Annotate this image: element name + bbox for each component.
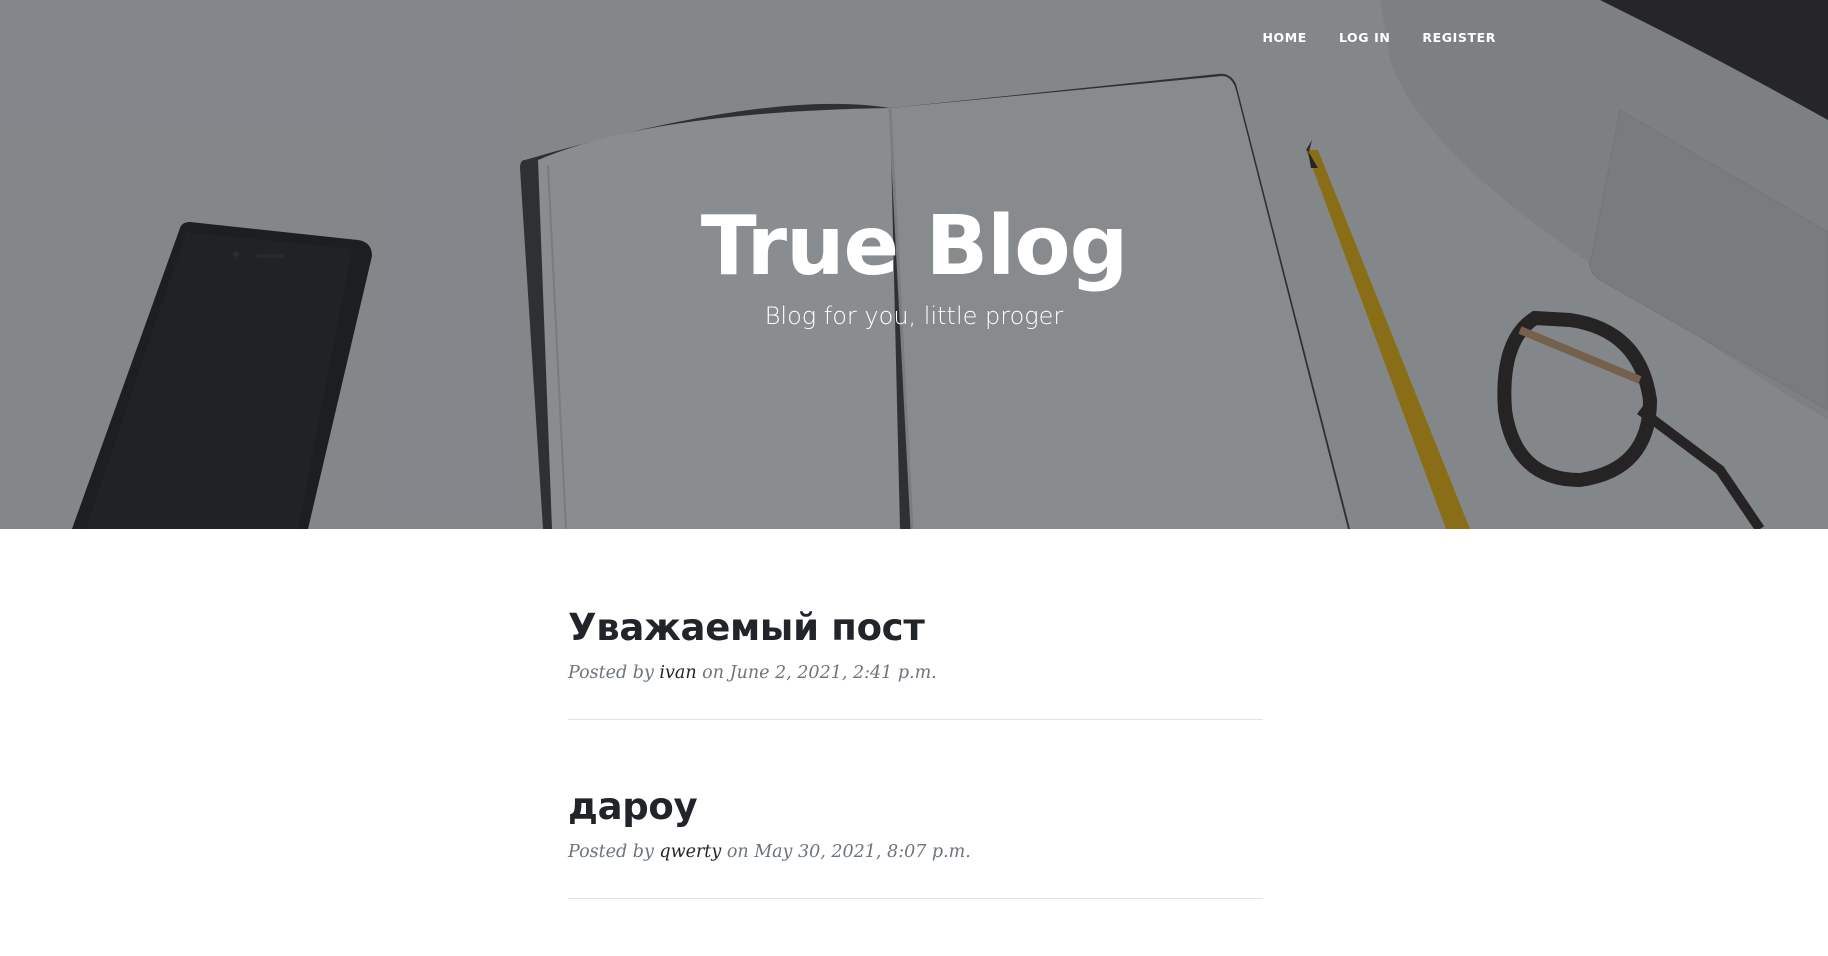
site-subtitle: Blog for you, little proger <box>764 302 1064 330</box>
post-preview: дароу Posted by qwerty on May 30, 2021, … <box>568 785 1263 899</box>
main-nav: HOME LOG IN REGISTER <box>1246 31 1512 45</box>
post-author-link[interactable]: qwerty <box>659 842 721 862</box>
nav-login-link[interactable]: LOG IN <box>1323 31 1406 45</box>
post-divider <box>568 898 1263 899</box>
post-title-link[interactable]: дароу <box>568 785 1263 829</box>
nav-home-link[interactable]: HOME <box>1246 31 1322 45</box>
on-label: on <box>726 842 749 862</box>
nav-register-link[interactable]: REGISTER <box>1406 31 1512 45</box>
post-list: Уважаемый пост Posted by ivan on June 2,… <box>568 606 1263 899</box>
post-title-link[interactable]: Уважаемый пост <box>568 606 1263 650</box>
posted-by-label: Posted by <box>568 842 654 862</box>
hero-header: HOME LOG IN REGISTER True Blog Blog for … <box>0 0 1828 529</box>
post-preview: Уважаемый пост Posted by ivan on June 2,… <box>568 606 1263 720</box>
posted-by-label: Posted by <box>568 663 654 683</box>
post-meta: Posted by ivan on June 2, 2021, 2:41 p.m… <box>568 662 1263 684</box>
post-date: June 2, 2021, 2:41 p.m. <box>729 663 937 683</box>
post-meta: Posted by qwerty on May 30, 2021, 8:07 p… <box>568 841 1263 863</box>
post-divider <box>568 719 1263 720</box>
post-date: May 30, 2021, 8:07 p.m. <box>754 842 971 862</box>
post-author-link[interactable]: ivan <box>659 663 696 683</box>
on-label: on <box>702 663 724 683</box>
site-title: True Blog <box>700 199 1129 294</box>
